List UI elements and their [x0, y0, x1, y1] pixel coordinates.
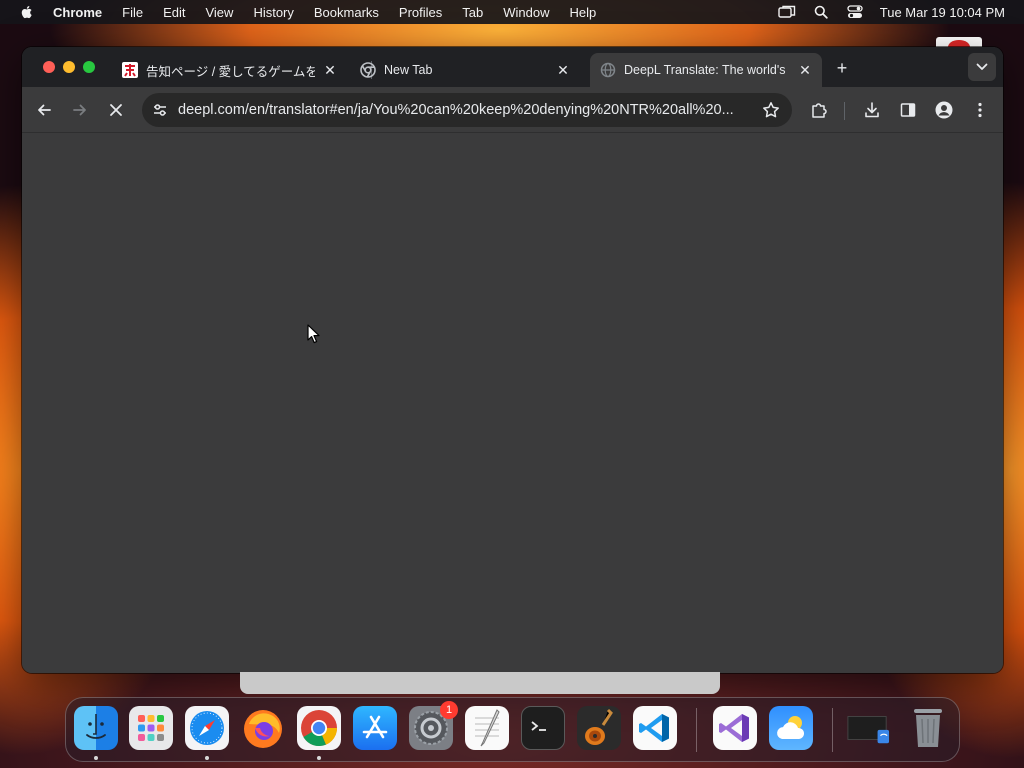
terminal-icon[interactable] — [521, 706, 565, 750]
menu-app-name[interactable]: Chrome — [53, 5, 102, 20]
tab-close-icon[interactable]: ✕ — [796, 61, 814, 79]
mouse-cursor-icon — [307, 324, 320, 344]
apple-menu-icon[interactable] — [19, 4, 35, 20]
arrow-right-icon — [73, 104, 86, 116]
menu-history[interactable]: History — [253, 5, 293, 20]
menu-bar: Chrome File Edit View History Bookmarks … — [0, 0, 1024, 24]
side-panel-icon — [900, 103, 916, 117]
tab-close-icon[interactable]: ✕ — [321, 61, 339, 79]
notification-badge: 1 — [440, 701, 458, 719]
profile-button[interactable] — [933, 99, 955, 121]
toolbar-divider — [844, 102, 845, 120]
background-window-edge — [240, 672, 720, 694]
safari-icon[interactable] — [185, 706, 229, 750]
menu-edit[interactable]: Edit — [163, 5, 185, 20]
browser-toolbar: deepl.com/en/translator#en/ja/You%20can%… — [22, 87, 1003, 133]
bookmark-star-icon[interactable] — [762, 101, 780, 119]
dock-separator — [832, 708, 833, 752]
chrome-icon — [360, 62, 376, 78]
tab-close-icon[interactable]: ✕ — [554, 61, 572, 79]
finder-icon[interactable] — [74, 706, 118, 750]
system-settings-icon[interactable]: 1 — [409, 701, 458, 750]
site-favicon — [122, 62, 138, 78]
tab-title: New Tab — [384, 63, 433, 77]
window-zoom-button[interactable] — [83, 61, 95, 73]
address-bar[interactable]: deepl.com/en/translator#en/ja/You%20can%… — [142, 93, 792, 127]
page-content-loading — [22, 134, 1003, 673]
address-url[interactable]: deepl.com/en/translator#en/ja/You%20can%… — [178, 102, 750, 118]
tab-strip: 告知ページ / 愛してるゲームを ✕ New Tab ✕ DeepL Trans… — [22, 47, 1003, 87]
weather-icon[interactable] — [769, 706, 813, 750]
garageband-icon[interactable] — [577, 706, 621, 750]
app-store-icon[interactable] — [353, 706, 397, 750]
launchpad-icon[interactable] — [129, 706, 173, 750]
side-panel-button[interactable] — [897, 99, 919, 121]
running-indicator — [205, 756, 209, 760]
loading-globe-icon — [600, 62, 616, 78]
menu-profiles[interactable]: Profiles — [399, 5, 442, 20]
downloads-button[interactable] — [861, 99, 883, 121]
running-indicator — [94, 756, 98, 760]
tab-announcement[interactable]: 告知ページ / 愛してるゲームを ✕ — [112, 53, 347, 87]
chrome-icon[interactable] — [297, 706, 341, 750]
textedit-icon[interactable] — [465, 706, 509, 750]
vscode-icon[interactable] — [633, 706, 677, 750]
menubar-clock[interactable]: Tue Mar 19 10:04 PM — [880, 5, 1005, 20]
downloads-stack-icon[interactable] — [846, 706, 890, 750]
window-minimize-button[interactable] — [63, 61, 75, 73]
menu-tab[interactable]: Tab — [462, 5, 483, 20]
tab-title: DeepL Translate: The world's — [624, 63, 786, 77]
dock-separator — [696, 708, 697, 752]
tab-search-button[interactable] — [968, 53, 996, 81]
new-tab-button[interactable]: + — [831, 57, 853, 79]
puzzle-icon — [812, 103, 827, 118]
close-icon — [110, 104, 122, 116]
tab-new-tab[interactable]: New Tab ✕ — [350, 53, 580, 87]
menu-window[interactable]: Window — [503, 5, 549, 20]
spotlight-search-icon[interactable] — [812, 4, 830, 20]
trash-icon[interactable] — [906, 706, 950, 750]
menu-help[interactable]: Help — [570, 5, 597, 20]
tab-title: 告知ページ / 愛してるゲームを — [146, 64, 315, 79]
firefox-icon[interactable] — [241, 706, 285, 750]
site-info-icon[interactable] — [150, 100, 170, 120]
chrome-window: 告知ページ / 愛してるゲームを ✕ New Tab ✕ DeepL Trans… — [22, 47, 1003, 673]
dock: 1 — [65, 697, 960, 762]
menu-file[interactable]: File — [122, 5, 143, 20]
back-button[interactable] — [33, 99, 55, 121]
visual-studio-icon[interactable] — [713, 706, 757, 750]
window-close-button[interactable] — [43, 61, 55, 73]
chevron-down-icon — [976, 63, 988, 70]
screen-mirroring-icon[interactable] — [778, 4, 796, 20]
running-indicator — [317, 756, 321, 760]
tab-deepl-active[interactable]: DeepL Translate: The world's ✕ — [590, 53, 822, 87]
menu-bookmarks[interactable]: Bookmarks — [314, 5, 379, 20]
forward-button[interactable] — [69, 99, 91, 121]
chrome-menu-button[interactable] — [969, 99, 991, 121]
download-icon — [865, 102, 879, 118]
control-center-icon[interactable] — [846, 4, 864, 20]
extensions-button[interactable] — [808, 99, 830, 121]
stop-loading-button[interactable] — [105, 99, 127, 121]
menu-view[interactable]: View — [205, 5, 233, 20]
avatar-icon — [935, 101, 953, 119]
arrow-left-icon — [38, 104, 51, 116]
more-vertical-icon — [978, 102, 982, 118]
